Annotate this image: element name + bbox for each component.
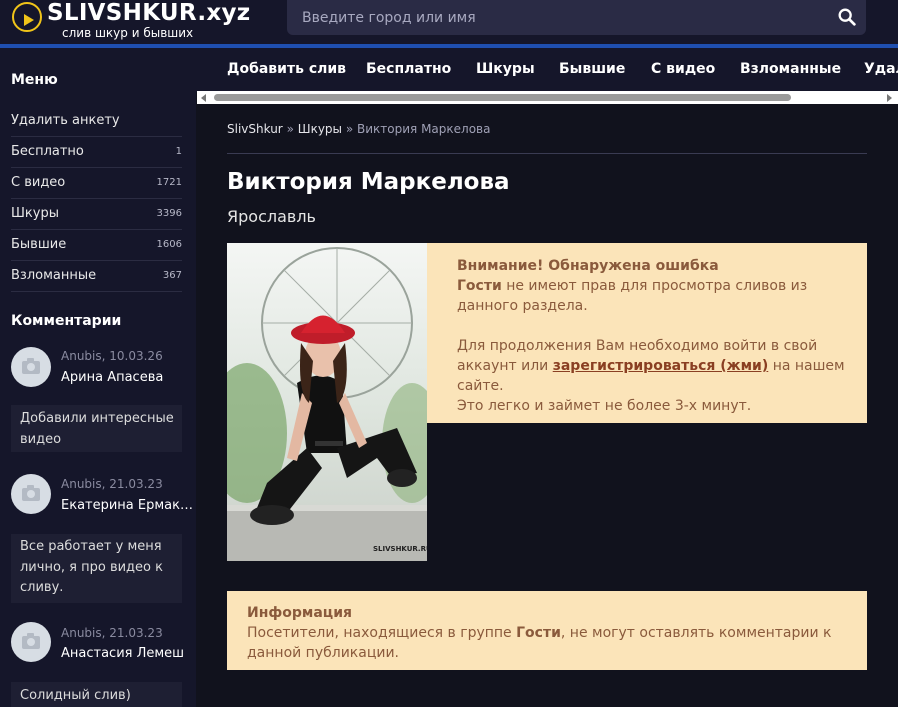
breadcrumb-separator: » — [286, 122, 294, 136]
search-icon[interactable] — [836, 6, 858, 28]
nav-scrollbar[interactable] — [197, 91, 898, 104]
comment-meta: Anubis, 10.03.26 — [61, 349, 163, 363]
sidebar-item-count: 1606 — [156, 239, 182, 250]
nav-item-delete[interactable]: Удал — [864, 61, 898, 77]
site-header: SLIVSHKUR.xyz слив шкур и бывших — [0, 0, 898, 44]
comment-bubble: Солидный слив) — [11, 682, 182, 707]
breadcrumb-current: Виктория Маркелова — [357, 122, 491, 136]
sidebar-item-with-video[interactable]: С видео 1721 — [11, 168, 182, 199]
scroll-left-arrow-icon[interactable] — [201, 94, 206, 102]
sidebar-item-label: Бывшие — [11, 237, 67, 252]
sidebar-item-count: 1721 — [156, 177, 182, 188]
comment-date: 21.03.23 — [109, 477, 163, 491]
sidebar-item-label: Взломанные — [11, 268, 97, 283]
sidebar-item-hacked[interactable]: Взломанные 367 — [11, 261, 182, 292]
comment-date: 10.03.26 — [109, 349, 163, 363]
info-text-pre: Посетители, находящиеся в группе — [247, 625, 517, 641]
search-input[interactable] — [287, 0, 817, 35]
info-guests-group: Гости — [516, 625, 561, 641]
sidebar-item-count: 1 — [175, 146, 182, 157]
profile-city: Ярославль — [227, 207, 316, 226]
comment-author[interactable]: Anubis — [61, 349, 102, 363]
breadcrumb-category[interactable]: Шкуры — [298, 122, 342, 136]
nav-item-free[interactable]: Бесплатно — [366, 61, 451, 77]
comment-author[interactable]: Anubis — [61, 626, 102, 640]
divider — [227, 153, 867, 154]
info-notice: Информация Посетители, находящиеся в гру… — [227, 591, 867, 670]
search-box — [287, 0, 866, 35]
alert-line1: не имеют прав для просмотра сливов из да… — [457, 278, 808, 314]
comment-author[interactable]: Anubis — [61, 477, 102, 491]
avatar[interactable] — [11, 622, 51, 662]
nav-item-add-leak[interactable]: Добавить слив — [227, 61, 346, 77]
logo-title: SLIVSHKUR.xyz — [47, 0, 251, 26]
alert-guests-group: Гости — [457, 278, 502, 294]
comment-meta: Anubis, 21.03.23 — [61, 477, 163, 491]
breadcrumb-home[interactable]: SlivShkur — [227, 122, 283, 136]
comment-bubble: Все работает у меня лично, я про видео к… — [11, 534, 182, 603]
nav-item-exes[interactable]: Бывшие — [559, 61, 625, 77]
scroll-thumb[interactable] — [214, 94, 791, 101]
comment-post-link[interactable]: Арина Апасева — [61, 370, 163, 385]
sidebar-item-count: 3396 — [156, 208, 182, 219]
sidebar-item-shkury[interactable]: Шкуры 3396 — [11, 199, 182, 230]
sidebar-item-label: Бесплатно — [11, 144, 84, 159]
photo-watermark: SLIVSHKUR.RU — [373, 545, 427, 553]
breadcrumb: SlivShkur » Шкуры » Виктория Маркелова — [227, 122, 490, 136]
menu-title: Меню — [11, 72, 58, 88]
alert-title: Внимание! Обнаружена ошибка — [457, 258, 719, 274]
sidebar-item-delete-profile[interactable]: Удалить анкету — [11, 106, 182, 137]
nav-item-hacked[interactable]: Взломанные — [740, 61, 841, 77]
sidebar: Меню Удалить анкету Бесплатно 1 С видео … — [0, 48, 196, 707]
avatar[interactable] — [11, 347, 51, 387]
comment-post-link[interactable]: Екатерина Ермак… — [61, 498, 193, 513]
sidebar-item-label: Удалить анкету — [11, 113, 120, 128]
nav-item-shkury[interactable]: Шкуры — [476, 61, 535, 77]
sidebar-item-count: 367 — [162, 270, 182, 281]
comment-text: Добавили интересные видео — [20, 411, 174, 447]
comment-meta: Anubis, 21.03.23 — [61, 626, 163, 640]
comment-text: Все работает у меня лично, я про видео к… — [20, 539, 163, 595]
comment-text: Солидный слив) — [20, 688, 131, 703]
comment-date: 21.03.23 — [109, 626, 163, 640]
info-body: Информация Посетители, находящиеся в гру… — [247, 603, 857, 663]
nav-item-with-video[interactable]: С видео — [651, 61, 715, 77]
comment-bubble: Добавили интересные видео — [11, 405, 182, 452]
error-alert: Внимание! Обнаружена ошибка Гости не име… — [427, 243, 867, 423]
page-title: Виктория Маркелова — [227, 169, 510, 195]
sidebar-item-free[interactable]: Бесплатно 1 — [11, 137, 182, 168]
avatar[interactable] — [11, 474, 51, 514]
alert-body: Внимание! Обнаружена ошибка Гости не име… — [457, 256, 857, 416]
register-link[interactable]: зарегистрироваться (жми) — [553, 358, 769, 374]
breadcrumb-separator: » — [345, 122, 354, 136]
alert-line3: Это легко и займет не более 3-х минут. — [457, 398, 752, 414]
logo-subtitle: слив шкур и бывших — [62, 26, 194, 40]
sidebar-item-label: Шкуры — [11, 206, 59, 221]
info-title: Информация — [247, 605, 352, 621]
profile-photo[interactable]: SLIVSHKUR.RU — [227, 243, 427, 561]
play-logo-icon — [12, 2, 42, 32]
category-nav: Добавить слив Бесплатно Шкуры Бывшие С в… — [196, 48, 898, 92]
scroll-right-arrow-icon[interactable] — [887, 94, 892, 102]
comment-post-link[interactable]: Анастасия Лемеш — [61, 646, 184, 661]
sidebar-item-label: С видео — [11, 175, 66, 190]
sidebar-item-exes[interactable]: Бывшие 1606 — [11, 230, 182, 261]
comments-title: Комментарии — [11, 313, 122, 329]
